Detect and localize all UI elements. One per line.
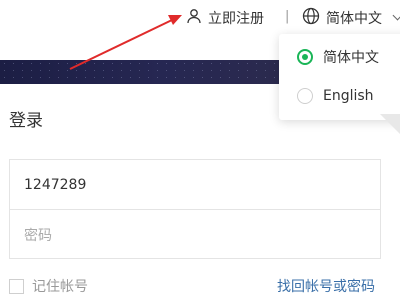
top-bar: 立即注册 | 简体中文 [0,0,400,36]
register-link[interactable]: 立即注册 [186,8,264,28]
remember-account[interactable]: 记住帐号 [9,276,88,296]
globe-icon [302,7,320,29]
corner-decoration [380,114,400,134]
login-form: 1247289 密码 [9,159,381,259]
remember-checkbox[interactable] [9,278,24,294]
header-separator: | [285,9,290,24]
forgot-account-link[interactable]: 找回帐号或密码 [277,276,375,296]
account-input[interactable]: 1247289 [10,160,380,210]
language-dropdown: 简体中文 English [279,34,400,120]
radio-unselected[interactable] [297,88,313,104]
user-icon [186,8,202,28]
remember-label: 记住帐号 [32,279,88,295]
language-label: 简体中文 [326,11,382,27]
language-selector[interactable]: 简体中文 [302,7,382,29]
language-option-label: English [323,88,374,104]
register-label: 立即注册 [208,11,264,27]
language-option-label: 简体中文 [323,50,379,66]
login-title: 登录 [9,111,43,131]
language-option-chinese[interactable]: 简体中文 [297,47,379,67]
radio-selected[interactable] [297,49,313,65]
language-option-english[interactable]: English [297,88,374,104]
password-input[interactable]: 密码 [10,210,380,260]
chevron-down-icon[interactable] [392,10,400,21]
